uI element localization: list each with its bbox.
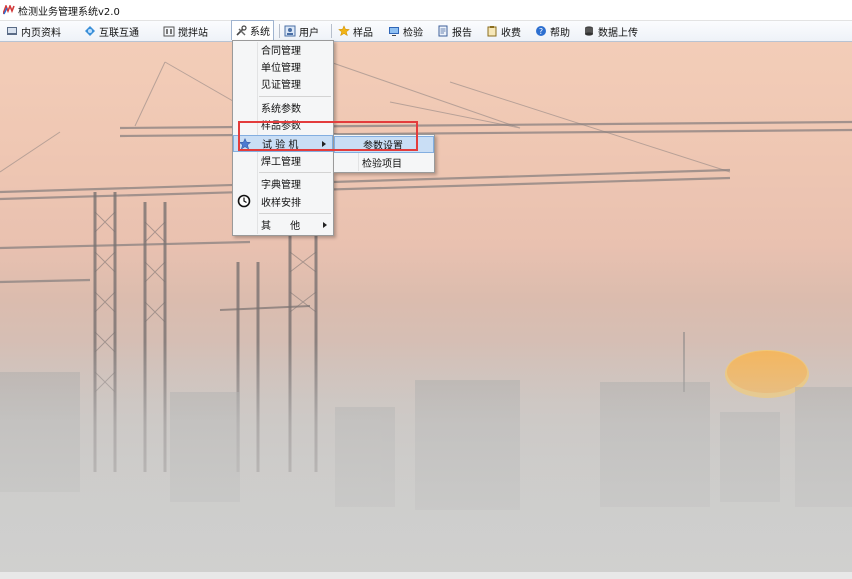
menu-item-witness[interactable]: 见证管理 <box>233 75 333 92</box>
menu-separator <box>279 24 280 38</box>
star-small-icon <box>238 137 252 151</box>
svg-text:?: ? <box>539 27 543 36</box>
menu-item-unit[interactable]: 单位管理 <box>233 58 333 75</box>
menu-inspect[interactable]: 检验 <box>388 21 423 41</box>
menu-system[interactable]: 系统 <box>231 20 274 40</box>
menu-fee[interactable]: 收费 <box>486 21 521 41</box>
submenu-arrow-icon <box>322 140 326 147</box>
submenu-arrow-icon <box>323 221 327 228</box>
help-icon: ? <box>535 25 547 37</box>
menu-label: 数据上传 <box>598 27 638 39</box>
menu-item-contract[interactable]: 合同管理 <box>233 41 333 58</box>
system-dropdown-menu: 合同管理 单位管理 见证管理 系统参数 样品参数 试 验 机 焊工管理 字典管理… <box>232 40 334 236</box>
menu-user[interactable]: 用户 <box>284 21 319 41</box>
menu-item-dictionary[interactable]: 字典管理 <box>233 175 333 192</box>
clock-icon <box>237 194 251 208</box>
menu-item-welder[interactable]: 焊工管理 <box>233 152 333 169</box>
window-title: 检测业务管理系统v2.0 <box>18 6 120 18</box>
menu-separator <box>259 96 331 97</box>
desktop-background <box>0 42 852 579</box>
clipboard-icon <box>486 25 498 37</box>
menu-item-label: 样品参数 <box>261 121 301 132</box>
menu-item-other[interactable]: 其 他 <box>233 216 333 233</box>
submenu-item-inspection-items[interactable]: 检验项目 <box>334 154 434 171</box>
menu-label: 系统 <box>250 27 270 38</box>
monitor-icon <box>388 25 400 37</box>
status-strip <box>0 572 852 579</box>
menu-sample[interactable]: 样品 <box>338 21 373 41</box>
menu-item-label: 收样安排 <box>261 198 301 209</box>
menu-item-label: 参数设置 <box>363 141 403 152</box>
menu-item-label: 检验项目 <box>362 159 402 170</box>
menu-hulian[interactable]: 互联互通 <box>84 21 139 41</box>
database-icon <box>583 25 595 37</box>
menu-label: 报告 <box>452 27 472 39</box>
menu-item-label: 合同管理 <box>261 46 301 57</box>
menu-label: 样品 <box>353 27 373 39</box>
user-icon <box>284 25 296 37</box>
menu-label: 互联互通 <box>99 27 139 39</box>
network-icon <box>84 25 96 37</box>
star-icon <box>338 25 350 37</box>
menu-label: 收费 <box>501 27 521 39</box>
app-logo-icon <box>3 5 15 15</box>
menu-label: 搅拌站 <box>178 27 208 39</box>
menu-item-system-params[interactable]: 系统参数 <box>233 99 333 116</box>
submenu-item-param-settings[interactable]: 参数设置 <box>334 136 434 153</box>
menu-label: 内页资料 <box>21 27 61 39</box>
menu-upload[interactable]: 数据上传 <box>583 21 638 41</box>
menu-bar: 内页资料 互联互通 搅拌站 系统 用户 样品 检验 报告 收费 ? 帮助 数据上… <box>0 20 852 42</box>
book-icon <box>6 25 18 37</box>
menu-jiaobanzhan[interactable]: 搅拌站 <box>163 21 208 41</box>
menu-item-label: 其 他 <box>261 221 301 232</box>
menu-item-label: 试 验 机 <box>262 140 299 151</box>
menu-item-label: 见证管理 <box>261 80 301 91</box>
menu-help[interactable]: ? 帮助 <box>535 21 570 41</box>
menu-item-sample-schedule[interactable]: 收样安排 <box>233 193 333 210</box>
menu-label: 用户 <box>299 27 319 39</box>
menu-item-label: 系统参数 <box>261 104 301 115</box>
menu-item-testing-machine[interactable]: 试 验 机 <box>233 135 333 152</box>
menu-label: 帮助 <box>550 27 570 39</box>
menu-neiye[interactable]: 内页资料 <box>6 21 61 41</box>
menu-item-label: 字典管理 <box>261 180 301 191</box>
menu-separator <box>259 172 331 173</box>
testing-machine-submenu: 参数设置 检验项目 <box>333 134 435 173</box>
menu-separator <box>331 24 332 38</box>
menu-item-label: 单位管理 <box>261 63 301 74</box>
report-icon <box>437 25 449 37</box>
menu-label: 检验 <box>403 27 423 39</box>
menu-item-label: 焊工管理 <box>261 157 301 168</box>
haze-overlay <box>0 342 852 579</box>
title-bar: 检测业务管理系统v2.0 <box>0 0 852 21</box>
menu-report[interactable]: 报告 <box>437 21 472 41</box>
menu-item-sample-params[interactable]: 样品参数 <box>233 116 333 133</box>
building-icon <box>163 25 175 37</box>
menu-separator <box>259 213 331 214</box>
tools-icon <box>235 24 247 37</box>
